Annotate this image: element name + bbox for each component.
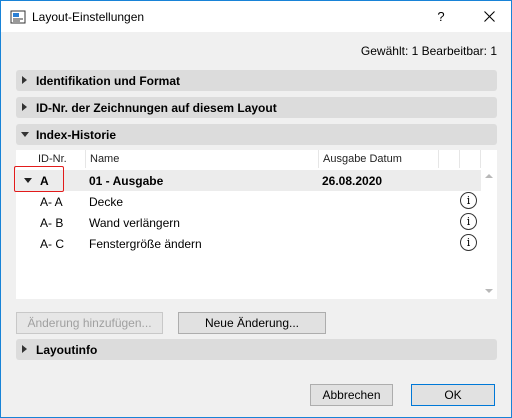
table-row-change[interactable]: A- C Fenstergröße ändern i — [16, 233, 481, 254]
section-identification[interactable]: Identifikation und Format — [16, 70, 497, 91]
app-icon — [10, 10, 26, 24]
change-id: A- A — [40, 195, 63, 209]
info-icon[interactable]: i — [460, 213, 477, 230]
change-id: A- C — [40, 237, 64, 251]
section-drawing-ids[interactable]: ID-Nr. der Zeichnungen auf diesem Layout — [16, 97, 497, 118]
table-row-issue[interactable]: A 01 - Ausgabe 26.08.2020 — [16, 170, 481, 191]
section-label: Index-Historie — [36, 128, 117, 142]
column-header-info — [460, 150, 481, 168]
index-history-table: ID-Nr. Name Ausgabe Datum A 01 - Ausgabe… — [16, 150, 497, 299]
close-button[interactable] — [467, 1, 511, 32]
ok-button[interactable]: OK — [411, 384, 495, 406]
section-layoutinfo[interactable]: Layoutinfo — [16, 339, 497, 360]
window-title: Layout-Einstellungen — [32, 10, 145, 24]
add-change-button[interactable]: Änderung hinzufügen... — [16, 312, 163, 334]
section-label: Identifikation und Format — [36, 74, 180, 88]
expand-arrow-icon — [22, 76, 27, 84]
change-name: Fenstergröße ändern — [89, 237, 202, 251]
selection-info: Gewählt: 1 Bearbeitbar: 1 — [360, 44, 497, 58]
info-icon[interactable]: i — [460, 234, 477, 251]
column-header-name[interactable]: Name — [86, 150, 319, 168]
close-icon — [483, 11, 495, 22]
expand-arrow-icon — [22, 103, 27, 111]
expand-arrow-icon — [22, 345, 27, 353]
column-header-extra — [439, 150, 460, 168]
title-bar: Layout-Einstellungen ? — [1, 1, 511, 32]
info-icon[interactable]: i — [460, 192, 477, 209]
section-label: Layoutinfo — [36, 343, 98, 357]
scroll-down-icon[interactable] — [485, 289, 493, 293]
scroll-up-icon[interactable] — [485, 174, 493, 178]
new-change-button[interactable]: Neue Änderung... — [178, 312, 326, 334]
issue-name: 01 - Ausgabe — [89, 174, 164, 188]
column-header-date[interactable]: Ausgabe Datum — [319, 150, 439, 168]
cancel-button[interactable]: Abbrechen — [310, 384, 393, 406]
table-row-change[interactable]: A- A Decke i — [16, 191, 481, 212]
change-id: A- B — [40, 216, 64, 230]
section-index-history[interactable]: Index-Historie — [16, 124, 497, 145]
section-label: ID-Nr. der Zeichnungen auf diesem Layout — [36, 101, 277, 115]
issue-date: 26.08.2020 — [322, 174, 383, 188]
layout-settings-dialog: Layout-Einstellungen ? Gewählt: 1 Bearbe… — [0, 0, 512, 418]
change-name: Wand verlängern — [89, 216, 180, 230]
collapse-arrow-icon — [21, 132, 29, 137]
highlight-box — [14, 166, 64, 192]
help-button[interactable]: ? — [421, 1, 461, 32]
change-name: Decke — [89, 195, 124, 209]
vertical-scrollbar[interactable] — [481, 170, 497, 299]
table-row-change[interactable]: A- B Wand verlängern i — [16, 212, 481, 233]
